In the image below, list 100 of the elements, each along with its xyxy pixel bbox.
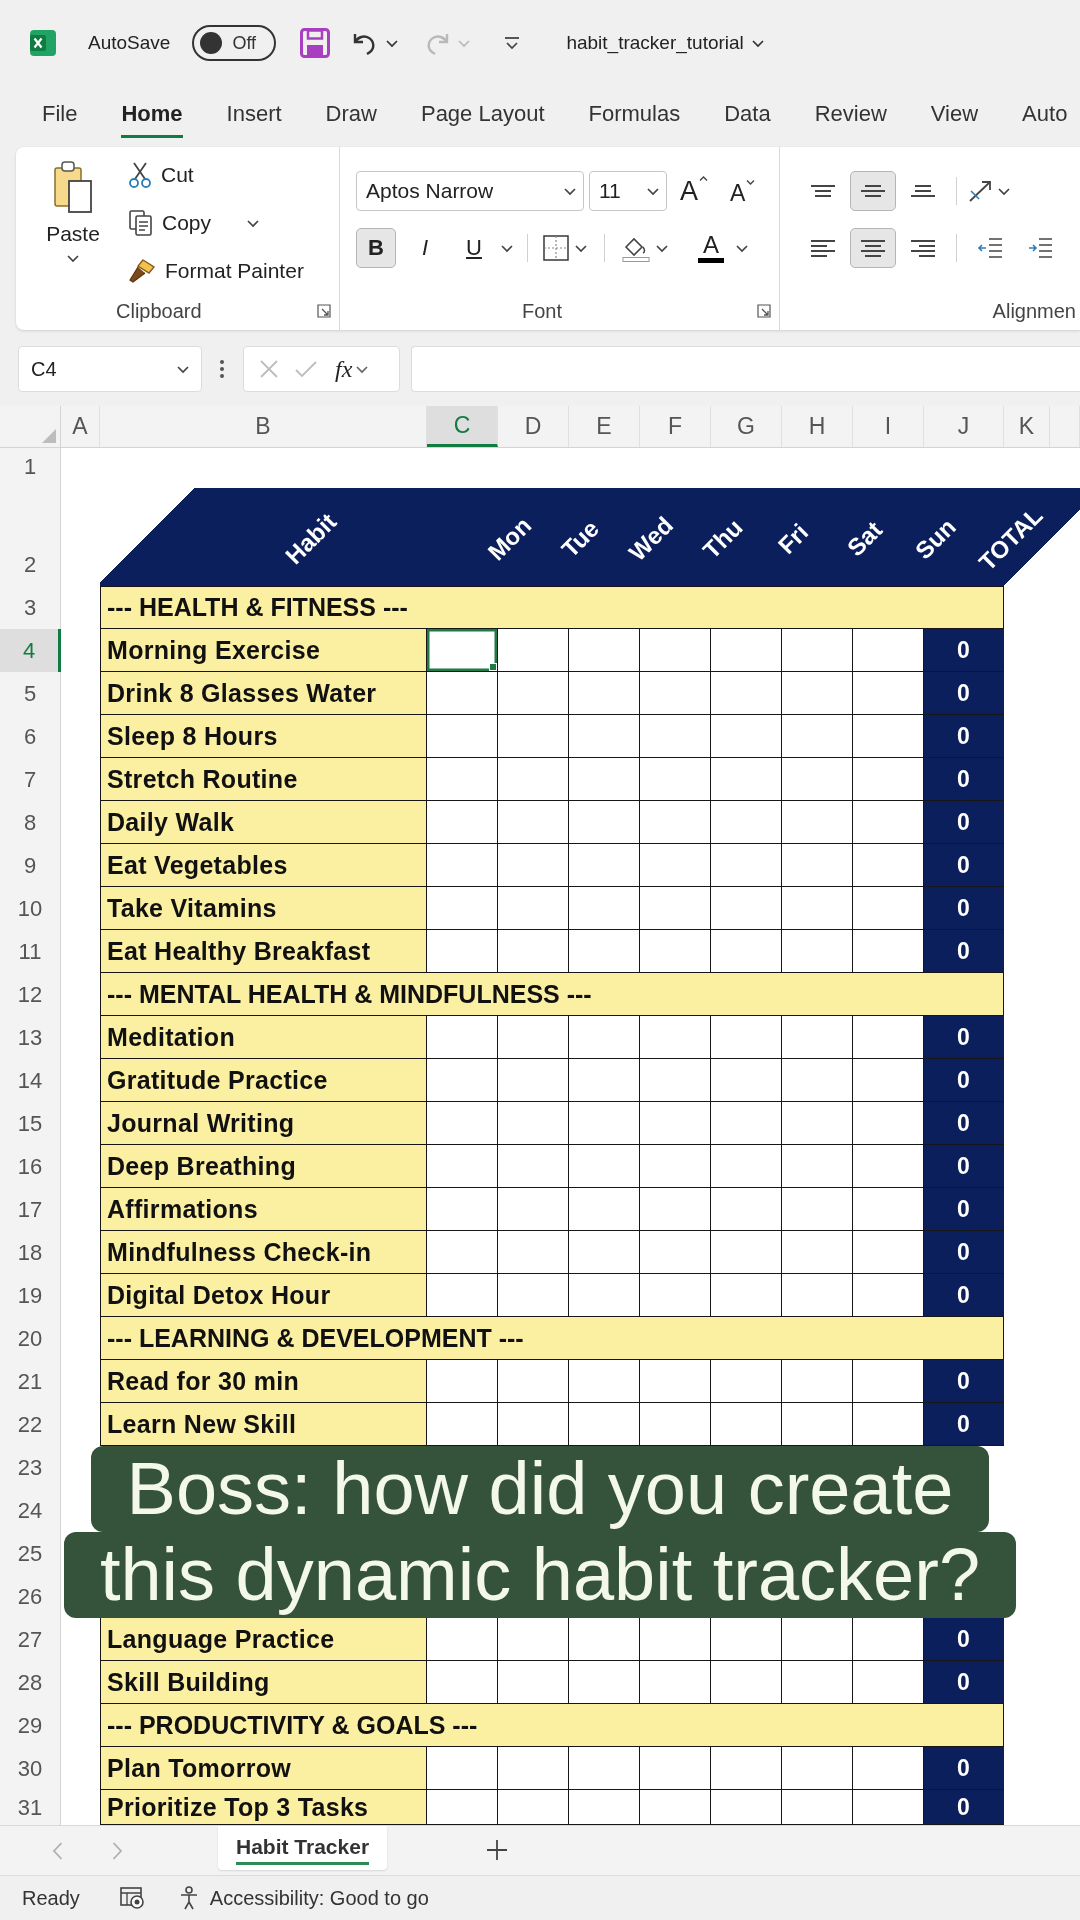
table-cell[interactable]	[640, 1059, 711, 1102]
dialog-launcher-icon[interactable]	[317, 304, 331, 318]
table-cell[interactable]	[782, 1016, 853, 1059]
dialog-launcher-icon[interactable]	[757, 304, 771, 318]
menu-tab[interactable]: Draw	[325, 86, 377, 138]
table-cell[interactable]	[498, 715, 569, 758]
table-cell[interactable]	[498, 1360, 569, 1403]
row-number[interactable]: 22	[0, 1403, 61, 1446]
column-header[interactable]: D	[498, 406, 569, 447]
row-number[interactable]: 20	[0, 1317, 61, 1360]
table-cell[interactable]	[427, 1145, 498, 1188]
column-header[interactable]: I	[853, 406, 924, 447]
table-cell[interactable]	[711, 672, 782, 715]
table-cell[interactable]	[711, 758, 782, 801]
row-number[interactable]: 11	[0, 930, 61, 973]
table-cell[interactable]	[569, 758, 640, 801]
table-cell[interactable]	[427, 887, 498, 930]
table-cell[interactable]	[640, 715, 711, 758]
menu-tab[interactable]: Page Layout	[420, 86, 545, 138]
table-cell[interactable]	[569, 887, 640, 930]
paste-button[interactable]: Paste	[38, 155, 108, 291]
row-number[interactable]: 28	[0, 1661, 61, 1704]
table-cell[interactable]	[569, 1360, 640, 1403]
table-cell[interactable]	[498, 758, 569, 801]
table-cell[interactable]	[640, 629, 711, 672]
table-cell[interactable]	[782, 1231, 853, 1274]
table-cell[interactable]	[498, 887, 569, 930]
table-cell[interactable]	[569, 1188, 640, 1231]
row-number[interactable]: 27	[0, 1618, 61, 1661]
table-cell[interactable]	[711, 1231, 782, 1274]
table-cell[interactable]	[711, 1188, 782, 1231]
table-cell[interactable]	[569, 1059, 640, 1102]
menu-tab[interactable]: Home	[121, 86, 183, 138]
plus-icon[interactable]	[487, 1840, 508, 1860]
shrink-font-button[interactable]: A	[729, 179, 757, 207]
accessibility-icon[interactable]	[179, 1886, 200, 1910]
table-cell[interactable]	[498, 1145, 569, 1188]
row-number[interactable]: 17	[0, 1188, 61, 1231]
autosave-toggle[interactable]: Off	[192, 25, 277, 61]
insert-function-button[interactable]: fx	[335, 355, 369, 383]
table-cell[interactable]	[569, 629, 640, 672]
row-number[interactable]: 10	[0, 887, 61, 930]
table-cell[interactable]	[569, 1016, 640, 1059]
table-cell[interactable]	[711, 1059, 782, 1102]
table-cell[interactable]	[711, 1102, 782, 1145]
menu-tab[interactable]: Review	[814, 86, 887, 138]
row-number[interactable]: 13	[0, 1016, 61, 1059]
table-cell[interactable]	[498, 629, 569, 672]
column-header[interactable]: A	[61, 406, 100, 447]
table-cell[interactable]	[498, 1747, 569, 1790]
table-cell[interactable]	[782, 844, 853, 887]
table-cell[interactable]	[569, 1618, 640, 1661]
row-number[interactable]: 25	[0, 1532, 61, 1575]
table-cell[interactable]	[427, 1188, 498, 1231]
row-number[interactable]: 19	[0, 1274, 61, 1317]
table-cell[interactable]	[427, 1618, 498, 1661]
table-cell[interactable]	[427, 1747, 498, 1790]
table-cell[interactable]	[640, 1231, 711, 1274]
table-cell[interactable]	[427, 758, 498, 801]
accessibility-status[interactable]: Accessibility: Good to go	[209, 1886, 429, 1910]
table-cell[interactable]	[711, 715, 782, 758]
align-center-button[interactable]	[850, 228, 896, 268]
menu-tab[interactable]: File	[42, 86, 78, 138]
grow-font-button[interactable]: A	[679, 175, 709, 207]
table-cell[interactable]	[498, 1618, 569, 1661]
table-cell[interactable]	[640, 844, 711, 887]
table-cell[interactable]	[711, 629, 782, 672]
table-cell[interactable]	[640, 801, 711, 844]
format-painter-button[interactable]: Format Painter	[128, 251, 305, 291]
table-cell[interactable]	[782, 1188, 853, 1231]
row-number[interactable]: 3	[0, 586, 61, 629]
table-cell[interactable]	[782, 629, 853, 672]
row-number[interactable]: 24	[0, 1489, 61, 1532]
align-middle-button[interactable]	[850, 171, 896, 211]
macro-record-icon[interactable]	[119, 1887, 144, 1909]
column-header[interactable]: K	[1004, 406, 1050, 447]
row-number[interactable]: 16	[0, 1145, 61, 1188]
column-header[interactable]: F	[640, 406, 711, 447]
row-number[interactable]: 9	[0, 844, 61, 887]
table-cell[interactable]	[498, 1102, 569, 1145]
row-number[interactable]: 12	[0, 973, 61, 1016]
table-cell[interactable]	[782, 1102, 853, 1145]
table-cell[interactable]	[640, 672, 711, 715]
table-cell[interactable]	[427, 1102, 498, 1145]
row-number[interactable]: 4	[0, 629, 61, 672]
column-header[interactable]: H	[782, 406, 853, 447]
column-header[interactable]: E	[569, 406, 640, 447]
column-header[interactable]: J	[924, 406, 1004, 447]
table-cell[interactable]	[569, 844, 640, 887]
table-cell[interactable]	[569, 801, 640, 844]
row-number[interactable]: 6	[0, 715, 61, 758]
table-cell[interactable]	[711, 1145, 782, 1188]
table-cell[interactable]	[569, 715, 640, 758]
table-cell[interactable]	[427, 844, 498, 887]
table-cell[interactable]	[498, 801, 569, 844]
borders-button[interactable]	[542, 234, 588, 262]
font-style-button[interactable]: U	[454, 228, 494, 268]
table-cell[interactable]	[498, 672, 569, 715]
row-number[interactable]: 29	[0, 1704, 61, 1747]
column-header[interactable]: C	[427, 406, 498, 447]
